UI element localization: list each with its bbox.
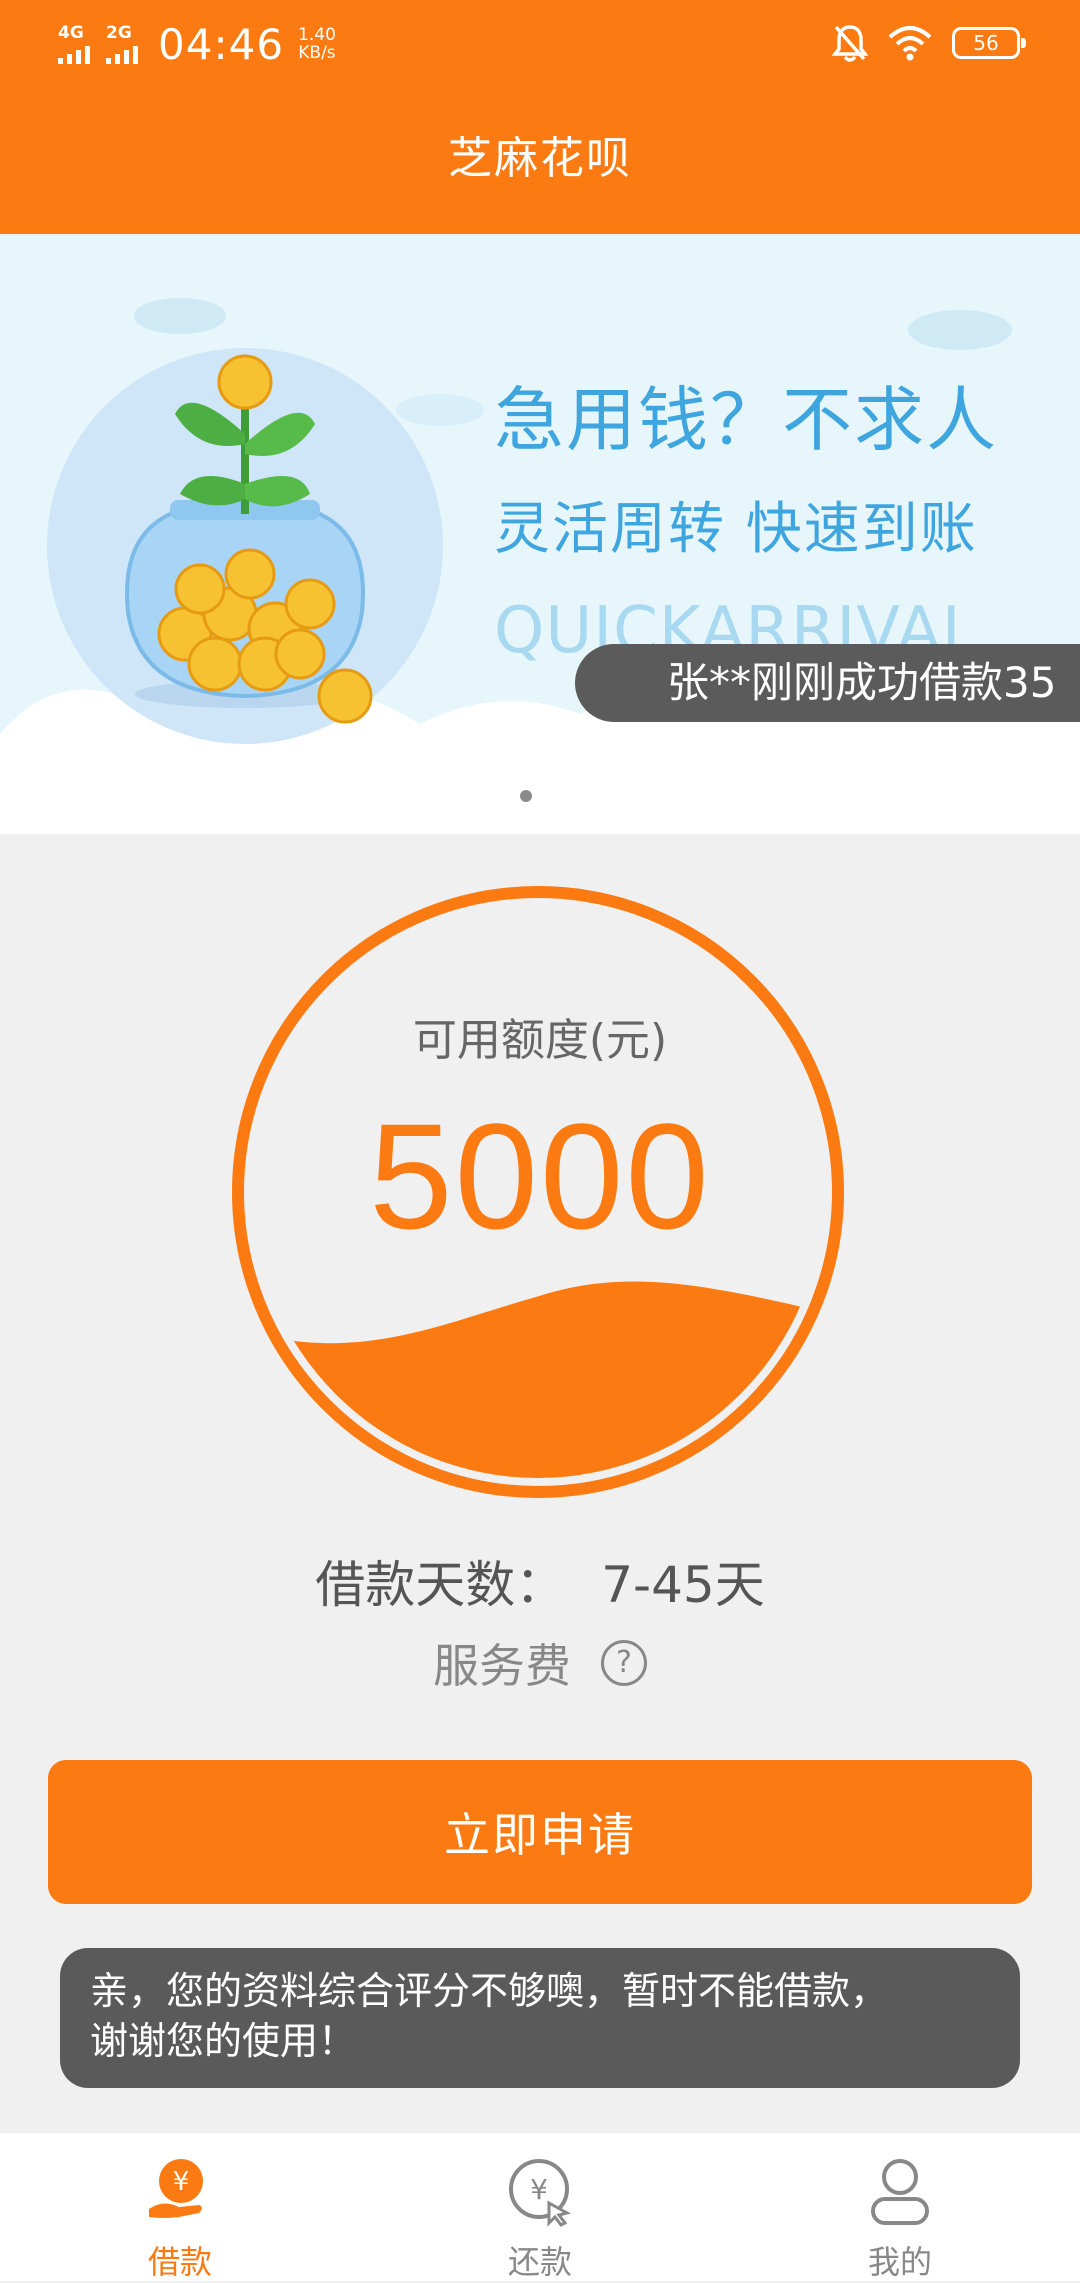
svg-text:¥: ¥ (530, 2173, 548, 2206)
banner-page-indicator (520, 790, 552, 802)
service-fee-label: 服务费 (433, 1639, 571, 1693)
svg-text:¥: ¥ (173, 2167, 190, 2197)
toast-line-1: 亲，您的资料综合评分不够噢，暂时不能借款， (90, 1969, 889, 2013)
credit-label: 可用额度(元) (412, 1015, 668, 1066)
network-indicator-2: 2G (106, 24, 138, 64)
loan-ticker: 张**刚刚成功借款35 (575, 644, 1080, 722)
banner-subheadline: 灵活周转 快速到账 (494, 497, 978, 562)
tab-repay[interactable]: ¥ 还款 (440, 2157, 640, 2283)
service-fee: 服务费 ? (0, 1630, 1080, 1696)
status-left: 4G 2G 04:46 1.40 KB/s (58, 14, 336, 74)
toast-message: 亲，您的资料综合评分不够噢，暂时不能借款， 谢谢您的使用！ (60, 1948, 1020, 2088)
network-indicator-1: 4G (58, 24, 90, 64)
status-right: 56 (832, 18, 1026, 68)
loan-days-value: 7-45天 (601, 1556, 765, 1614)
signal-bars-icon (106, 44, 138, 64)
tab-borrow-label: 借款 (147, 2243, 212, 2281)
apply-button[interactable]: 立即申请 (48, 1760, 1032, 1904)
tab-mine[interactable]: 我的 (800, 2157, 1000, 2283)
page-dot[interactable] (540, 790, 552, 802)
bottom-tab-bar: ¥ 借款 ¥ 还款 我的 (0, 2132, 1080, 2281)
tab-mine-label: 我的 (867, 2243, 932, 2281)
page-dot[interactable] (520, 790, 532, 802)
bell-off-icon (832, 25, 868, 62)
app-header: 芝麻花呗 (0, 84, 1080, 234)
signal-bars-icon (58, 44, 90, 64)
user-icon (871, 2159, 929, 2225)
promo-banner[interactable]: 急用钱？不求人 灵活周转 快速到账 QUICKARRIVAL 张**刚刚成功借款… (0, 234, 1080, 834)
page-title: 芝麻花呗 (448, 133, 632, 184)
banner-headline: 急用钱？不求人 (494, 379, 998, 461)
speed-value: 1.40 (298, 25, 336, 45)
wifi-icon (888, 26, 932, 61)
credit-amount: 5000 (369, 1092, 711, 1260)
tab-repay-label: 还款 (507, 2243, 572, 2281)
gauge-fill-wave (252, 1281, 824, 1478)
network-speed: 1.40 KB/s (298, 26, 336, 62)
toast-line-2: 谢谢您的使用！ (90, 2019, 357, 2063)
status-bar: 4G 2G 04:46 1.40 KB/s 56 (0, 0, 1080, 84)
tab-borrow[interactable]: ¥ 借款 (80, 2157, 280, 2283)
speed-unit: KB/s (298, 43, 336, 63)
yen-cursor-icon: ¥ (509, 2159, 572, 2227)
status-time: 04:46 (158, 19, 285, 69)
battery-icon: 56 (952, 27, 1026, 59)
help-icon[interactable]: ? (601, 1640, 647, 1686)
network-label-1: 4G (58, 23, 84, 43)
network-label-2: 2G (106, 23, 132, 43)
yen-hand-icon: ¥ (149, 2159, 203, 2218)
loan-days-label: 借款天数： (315, 1556, 566, 1614)
loan-days: 借款天数： 7-45天 (0, 1545, 1080, 1617)
